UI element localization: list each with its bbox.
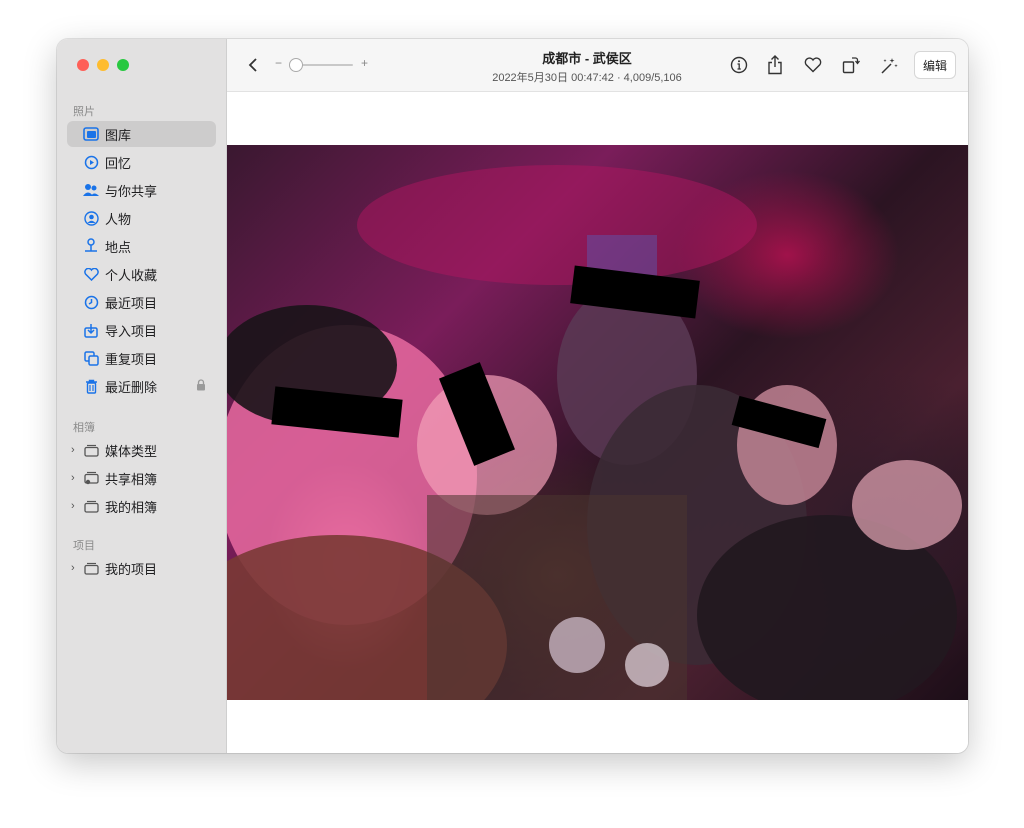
sidebar-item-shared-with-you[interactable]: 与你共享 [67,177,216,203]
back-button[interactable] [241,53,265,77]
chevron-right-icon[interactable]: › [71,500,81,512]
auto-enhance-button[interactable] [877,53,901,77]
info-icon [730,56,748,74]
edit-button[interactable]: 编辑 [914,51,956,79]
photos-window: 照片 图库 回忆 与你共享 人物 地点 个人收藏 最近项目 导入项目 重复项目 … [57,39,968,753]
close-button[interactable] [77,59,89,71]
photo-title-block: 成都市 - 武侯区 2022年5月30日 00:47:42 · 4,009/5,… [427,48,747,85]
zoom-out-label: − [275,56,283,70]
zoom-button[interactable] [117,59,129,71]
sidebar-item-recently-deleted[interactable]: 最近删除 [67,373,216,399]
sidebar-item-label: 地点 [105,239,132,255]
sidebar-item-duplicates[interactable]: 重复项目 [67,345,216,371]
import-icon [83,322,99,338]
photo-library-icon [83,126,99,142]
sidebar-item-memories[interactable]: 回忆 [67,149,216,175]
share-button[interactable] [763,53,787,77]
trash-icon [83,378,99,394]
sidebar-item-label: 重复项目 [105,351,158,367]
album-stack-icon [83,560,99,576]
sidebar-item-label: 与你共享 [105,183,158,199]
chevron-right-icon[interactable]: › [71,562,81,574]
sidebar-item-label: 媒体类型 [105,443,158,459]
album-stack-icon [83,442,99,458]
people-icon [83,210,99,226]
chevron-right-icon[interactable]: › [71,472,81,484]
sidebar-item-media-types[interactable]: › 媒体类型 [67,437,216,463]
sidebar-item-library[interactable]: 图库 [67,121,216,147]
sidebar-item-my-albums[interactable]: › 我的相簿 [67,493,216,519]
sidebar-item-people[interactable]: 人物 [67,205,216,231]
sidebar-item-my-projects[interactable]: › 我的项目 [67,555,216,581]
sidebar-item-label: 回忆 [105,155,132,171]
memories-icon [83,154,99,170]
zoom-slider-knob[interactable] [289,58,303,72]
chevron-right-icon[interactable]: › [71,444,81,456]
sidebar-item-label: 人物 [105,211,132,227]
sidebar-item-label: 个人收藏 [105,267,158,283]
shared-album-icon [83,470,99,486]
sidebar-item-label: 我的相簿 [105,499,158,515]
traffic-lights [77,59,129,71]
chevron-left-icon [248,58,257,72]
sidebar-item-imports[interactable]: 导入项目 [67,317,216,343]
photo-location-title: 成都市 - 武侯区 [542,51,632,66]
section-label-projects: 项目 [73,540,95,552]
zoom-in-label: + [361,56,369,70]
heart-icon [83,266,99,282]
sidebar-item-label: 最近删除 [105,379,158,395]
album-stack-icon [83,498,99,514]
sidebar-item-label: 最近项目 [105,295,158,311]
sidebar-item-label: 我的项目 [105,561,158,577]
info-button[interactable] [727,53,751,77]
favorite-button[interactable] [801,53,825,77]
shared-with-you-icon [83,182,99,198]
sidebar-item-label: 图库 [105,127,132,143]
heart-icon [804,57,822,73]
photo-image[interactable] [227,145,968,700]
section-label-photos: 照片 [73,106,95,118]
photo-scene [227,165,962,700]
sidebar-item-recents[interactable]: 最近项目 [67,289,216,315]
sidebar: 照片 图库 回忆 与你共享 人物 地点 个人收藏 最近项目 导入项目 重复项目 … [57,39,227,753]
rotate-button[interactable] [839,53,863,77]
toolbar: − + 成都市 - 武侯区 2022年5月30日 00:47:42 · 4,00… [227,39,968,92]
photo-viewer [227,92,968,753]
rotate-icon [842,57,860,74]
places-icon [83,238,99,254]
duplicates-icon [83,350,99,366]
sidebar-item-label: 导入项目 [105,323,158,339]
minimize-button[interactable] [97,59,109,71]
lock-icon [196,379,206,394]
sidebar-item-label: 共享相簿 [105,471,158,487]
section-label-albums: 相簿 [73,422,95,434]
magic-wand-icon [881,58,898,74]
clock-icon [83,294,99,310]
photo-date-subtitle: 2022年5月30日 00:47:42 · 4,009/5,106 [492,72,682,84]
sidebar-item-shared-albums[interactable]: › 共享相簿 [67,465,216,491]
share-icon [768,55,782,75]
sidebar-item-places[interactable]: 地点 [67,233,216,259]
zoom-slider[interactable]: − + [275,55,375,75]
sidebar-item-favorites[interactable]: 个人收藏 [67,261,216,287]
